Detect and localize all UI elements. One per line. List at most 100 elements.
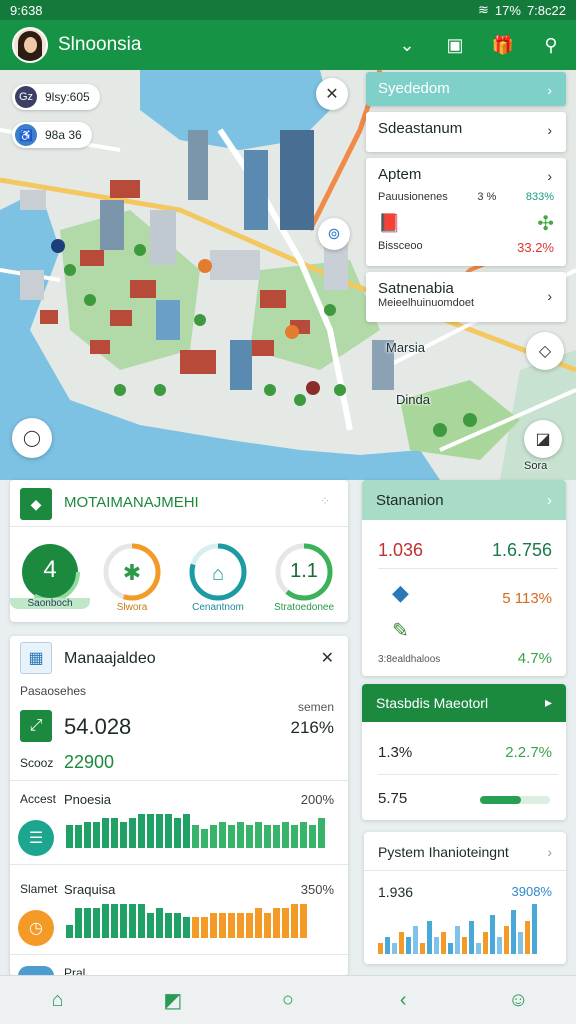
chart-bar (291, 825, 298, 848)
chart-icon: ▦ (20, 642, 52, 674)
pystem-title: Pystem Ihanioteingnt (378, 844, 509, 860)
bottom-nav: ⌂ ◩ ○ ‹ ☺ (0, 975, 576, 1024)
chart-bar (66, 925, 73, 938)
chart-bar (120, 904, 127, 938)
map-chip-1[interactable]: Gz 9lsy:605 (12, 84, 100, 110)
pystem-chart (378, 902, 537, 954)
card-satnenabia[interactable]: Satnenabia › Meieelhuinuomdoet (366, 272, 566, 322)
chart-bar (273, 908, 280, 938)
bookmark-icon[interactable]: ▣ (442, 32, 468, 58)
chart-bar (434, 937, 439, 954)
row2-key: Slamet (20, 882, 58, 896)
card-aptem[interactable]: Aptem › Pauusionenes 3 % 833% 📕 ✣ Bissce… (366, 158, 566, 266)
clock-icon: ◷ (18, 910, 54, 946)
chart-bar (219, 912, 226, 938)
manage-green: 22900 (64, 752, 115, 772)
card-pct-1: 3 % (477, 191, 497, 203)
pencil-icon: ✎ (392, 620, 409, 642)
manage-scoot: Scooz (20, 756, 54, 770)
chart-bar (228, 912, 235, 938)
stat-v4: 4.7% (517, 650, 552, 667)
chart-bar (120, 821, 127, 848)
meter-v3: 5.75 (378, 790, 408, 807)
tools-icon[interactable]: ✕ (316, 78, 348, 110)
app-title: Slnoonsia (58, 34, 142, 55)
chip-badge: Gz (15, 86, 37, 108)
chart-bar (282, 821, 289, 848)
chart-bar (455, 926, 460, 954)
gift-icon[interactable]: 🎁 (490, 32, 516, 58)
profile-icon[interactable]: ☺ (500, 982, 536, 1018)
divider (10, 526, 348, 527)
pystem-header[interactable]: Pystem Ihanioteingnt › (364, 832, 566, 872)
chart-bar (201, 916, 208, 938)
chart-bar (93, 908, 100, 938)
chart-bar (210, 912, 217, 938)
layers-icon[interactable]: ◪ (524, 420, 562, 458)
chart-bar (483, 931, 488, 954)
status-bar: 9:638 ≋ 17% 7:8c22 (0, 0, 576, 20)
chart-bar (210, 825, 217, 848)
stat-header[interactable]: Stananion › (362, 480, 566, 520)
edit-icon[interactable]: ◩ (155, 982, 191, 1018)
play-icon: ▸ (544, 694, 552, 710)
chart-bar (300, 821, 307, 848)
close-icon[interactable]: ✕ (321, 648, 334, 668)
chart-bar (469, 920, 474, 954)
gauge-2[interactable]: ✱ (100, 540, 164, 604)
app-bar: Slnoonsia ⌄ ▣ 🎁 ⚲ (0, 20, 576, 70)
chart-bar (399, 931, 404, 954)
chart-bar (309, 825, 316, 848)
chart-bar (427, 920, 432, 954)
chart-bar (518, 931, 523, 954)
city-map[interactable]: Gz 9lsy:605 ♿ 98a 36 ✕ ⊚ ◯ ◇ ◪ Marsia Di… (0, 70, 576, 480)
back-icon[interactable]: ‹ (385, 982, 421, 1018)
chart-bar (66, 825, 73, 848)
chart-bar (420, 942, 425, 954)
row1-key: Accest (20, 792, 57, 806)
chart-bar (129, 817, 136, 848)
chart-bar (532, 904, 537, 954)
divider (10, 864, 348, 865)
card-title: Satnenabia (378, 280, 454, 297)
card-title: Aptem (378, 166, 422, 183)
meter-header[interactable]: Stasbdis Maeotorl ▸ (362, 684, 566, 722)
chip-text: 9lsy:605 (45, 90, 90, 104)
chart-bar (378, 942, 383, 954)
manage-big: 54.028 (64, 714, 132, 739)
navigate-icon[interactable]: ◇ (526, 332, 564, 370)
chart-bar (174, 817, 181, 848)
chat-icon[interactable]: ◯ (12, 418, 52, 458)
chart-bar (111, 904, 118, 938)
chip-text: 98a 36 (45, 128, 82, 142)
card-sdeastanum[interactable]: Sdeastanum › (366, 112, 566, 152)
stat-v3: 5 113% (502, 590, 552, 607)
chart-bar (84, 908, 91, 938)
gauge-1-label: Saonboch (10, 598, 90, 609)
chart-bar (102, 904, 109, 938)
svg-text:✱: ✱ (123, 560, 141, 585)
chevron-right-icon: › (547, 122, 552, 138)
home-icon[interactable]: ⌂ (40, 982, 76, 1018)
search-icon[interactable]: ⚲ (538, 32, 564, 58)
chart-bar (504, 926, 509, 954)
chart-bar (156, 814, 163, 848)
row1-name: Pnoesia (64, 792, 111, 807)
card-header[interactable]: Syededom › (366, 72, 566, 106)
gauge-3[interactable]: ⌂ (186, 540, 250, 604)
row1-value: 200% (300, 792, 334, 807)
chart-bar (192, 825, 199, 848)
chart-bar (138, 904, 145, 938)
chart-bar (93, 821, 100, 848)
chevron-down-icon[interactable]: ⌄ (394, 32, 420, 58)
chart-bar (201, 829, 208, 848)
map-chip-2[interactable]: ♿ 98a 36 (12, 122, 92, 148)
chart-bar (84, 821, 91, 848)
circle-home-icon[interactable]: ○ (270, 982, 306, 1018)
target-icon[interactable]: ⊚ (318, 218, 350, 250)
avatar[interactable] (12, 27, 48, 63)
stat-v2: 1.6.756 (491, 540, 552, 560)
more-icon[interactable]: ⁘ (320, 494, 330, 508)
chart-bar (441, 931, 446, 954)
stat-title: Stananion (376, 492, 444, 509)
